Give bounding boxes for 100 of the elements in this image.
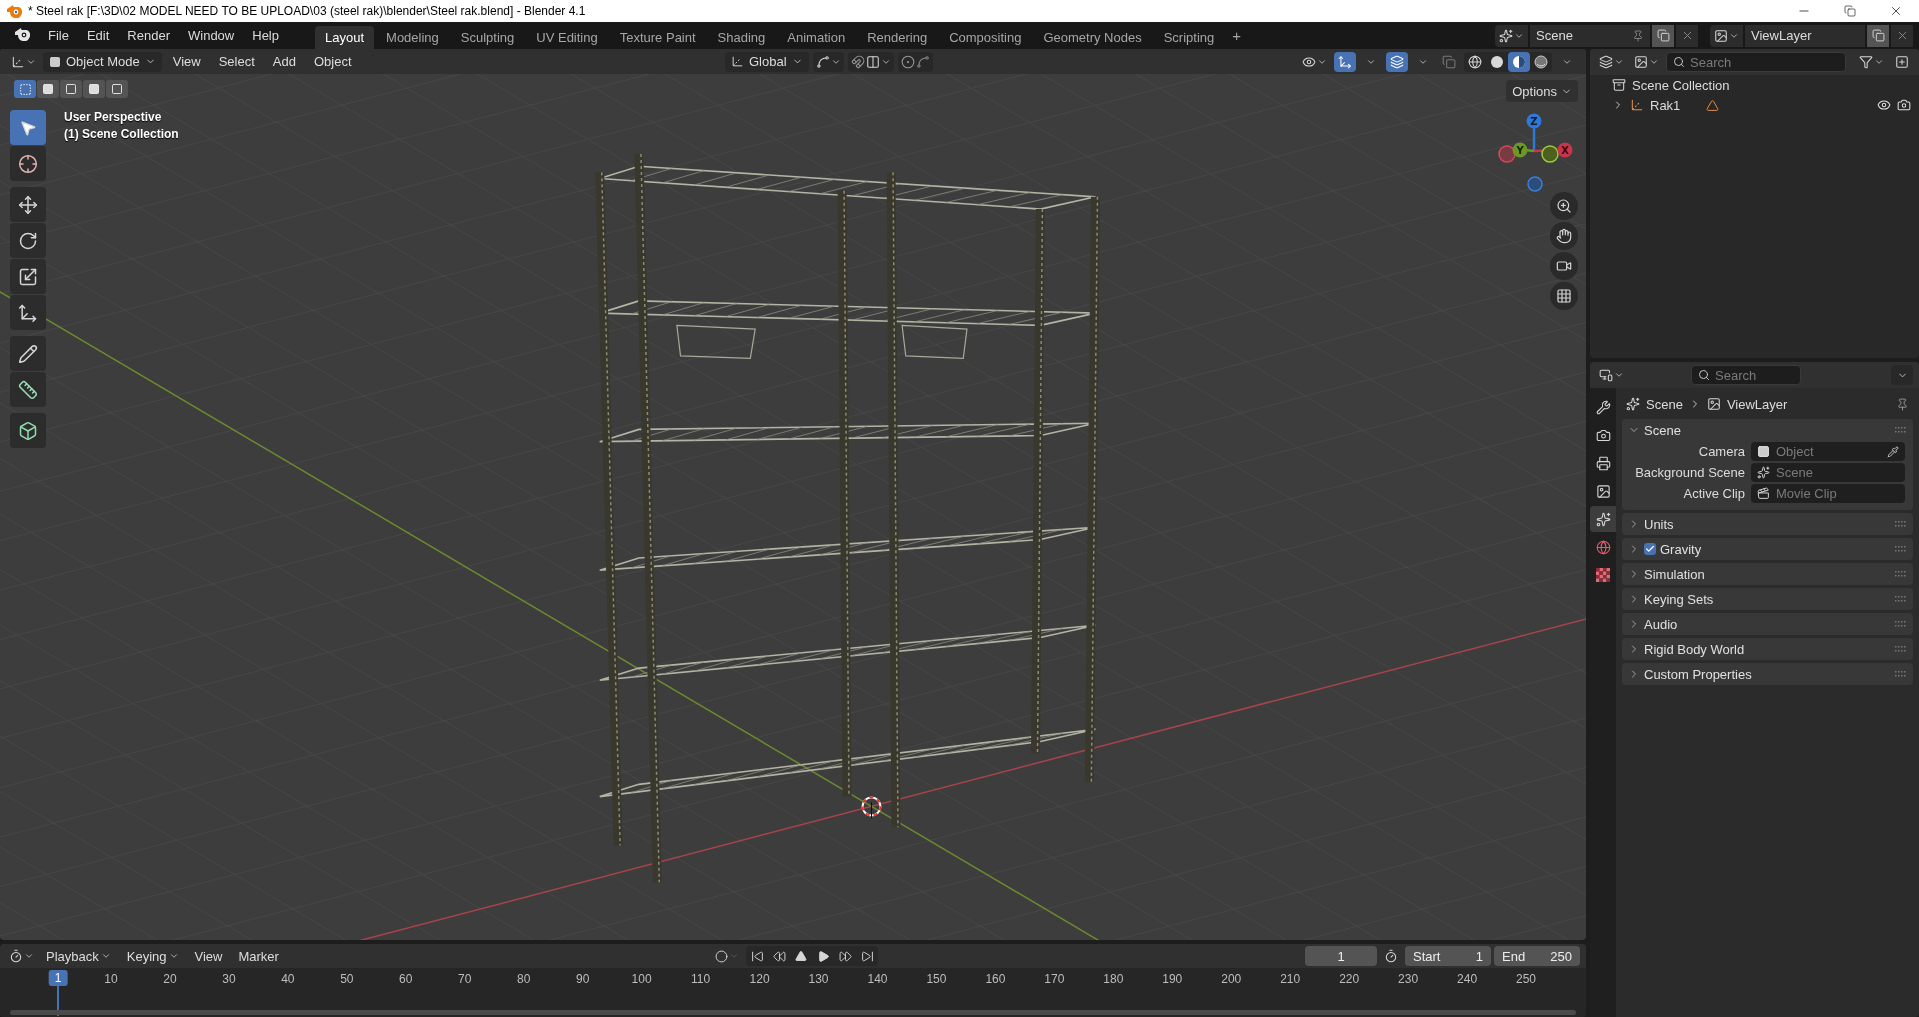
tool-button[interactable]: [10, 187, 46, 222]
orientation-dropdown[interactable]: Global: [724, 51, 809, 72]
workspace-tab[interactable]: Texture Paint: [609, 26, 706, 49]
proportional-edit-button[interactable]: [897, 51, 933, 72]
triangle-icon: [1706, 98, 1720, 112]
workspace-tab[interactable]: Compositing: [939, 26, 1032, 49]
data-field[interactable]: Scene: [1751, 463, 1905, 482]
timeline-menu-item[interactable]: View: [187, 946, 230, 966]
header-menu-item[interactable]: View: [165, 51, 208, 72]
end-frame-field[interactable]: End 250: [1494, 946, 1580, 966]
tool-button[interactable]: [10, 146, 46, 181]
negative-axis-handle[interactable]: [1498, 145, 1516, 163]
frame-number: 90: [576, 972, 590, 986]
tool-button[interactable]: [10, 413, 46, 448]
eye-icon: [1877, 98, 1891, 112]
menu-item[interactable]: File: [40, 24, 77, 47]
start-frame-field[interactable]: Start 1: [1405, 946, 1491, 966]
scale-icon: [18, 266, 38, 287]
selection-mode-button[interactable]: [106, 80, 128, 98]
workspace-tab[interactable]: Layout: [315, 26, 375, 49]
header-menu-item[interactable]: Add: [265, 51, 303, 72]
delete-scene-button[interactable]: [1676, 24, 1698, 47]
negative-axis-handle[interactable]: [1527, 176, 1543, 192]
camera-view-button[interactable]: [1550, 252, 1578, 280]
workspace-tab[interactable]: Animation: [777, 26, 856, 49]
snap-button[interactable]: [847, 51, 894, 72]
view-layer-field[interactable]: ViewLayer: [1745, 24, 1865, 47]
panel-header[interactable]: Scene: [1622, 419, 1913, 441]
tool-button[interactable]: [10, 110, 46, 145]
panel-header[interactable]: Keying Sets: [1622, 588, 1913, 610]
header-menu-item[interactable]: Object: [306, 51, 359, 72]
tool-button[interactable]: [10, 223, 46, 258]
workspace-tab[interactable]: Geometry Nodes: [1033, 26, 1152, 49]
duplicate-view-layer-button[interactable]: [1867, 24, 1889, 47]
panel-header[interactable]: Simulation: [1622, 563, 1913, 585]
data-field[interactable]: Object: [1751, 442, 1905, 461]
menu-item[interactable]: Window: [180, 24, 243, 47]
menu-item[interactable]: Edit: [78, 24, 118, 47]
workspace-tab[interactable]: Modeling: [376, 26, 449, 49]
options-dropdown[interactable]: Options: [1506, 80, 1578, 102]
mode-dropdown[interactable]: Object Mode: [43, 51, 162, 72]
header-menu-item[interactable]: Select: [211, 51, 262, 72]
gizmo-toggle-button[interactable]: [1334, 51, 1356, 72]
timeline-menu-item[interactable]: Keying: [119, 946, 186, 966]
workspace-tab[interactable]: Sculpting: [450, 26, 525, 49]
tool-button[interactable]: [10, 336, 46, 371]
outliner-row[interactable]: Rak1: [1590, 95, 1919, 115]
zoom-button[interactable]: [1550, 192, 1578, 220]
panel-header[interactable]: Units: [1622, 513, 1913, 535]
scene-field[interactable]: Scene: [1530, 24, 1650, 47]
search-field[interactable]: Search: [1691, 365, 1801, 385]
tool-icon: [1595, 399, 1611, 415]
panel-header[interactable]: Gravity: [1622, 538, 1913, 560]
workspace-tab[interactable]: Rendering: [857, 26, 938, 49]
select-box-icon: [19, 118, 37, 137]
delete-view-layer-button[interactable]: [1891, 24, 1913, 47]
shading-mode-button[interactable]: [1508, 51, 1530, 72]
current-frame-field[interactable]: 1: [1305, 946, 1377, 966]
workspace-tab[interactable]: Shading: [707, 26, 776, 49]
perspective-toggle-button[interactable]: [1550, 282, 1578, 310]
search-field[interactable]: Search: [1666, 52, 1846, 72]
axis-handle[interactable]: Z: [1526, 113, 1542, 129]
pan-button[interactable]: [1550, 222, 1578, 250]
data-field[interactable]: Movie Clip: [1751, 484, 1905, 503]
pivot-button[interactable]: [812, 51, 844, 72]
overlay-toggle-button[interactable]: [1386, 51, 1408, 72]
selection-mode-button[interactable]: [37, 80, 59, 98]
axis-handle[interactable]: Y: [1512, 142, 1528, 158]
tool-button[interactable]: [10, 295, 46, 330]
workspace-tab[interactable]: UV Editing: [526, 26, 608, 49]
view-layer-type-button[interactable]: [1710, 24, 1743, 47]
negative-axis-handle[interactable]: [1541, 145, 1559, 163]
duplicate-scene-button[interactable]: [1652, 24, 1674, 47]
properties-tab[interactable]: [1590, 506, 1616, 532]
playhead[interactable]: 1: [48, 970, 68, 986]
add-workspace-button[interactable]: +: [1226, 27, 1247, 44]
collection-icon: [1612, 78, 1626, 92]
workspace-tab[interactable]: Scripting: [1153, 26, 1225, 49]
tool-button[interactable]: [10, 372, 46, 407]
checkbox[interactable]: [1644, 543, 1656, 555]
panel-header[interactable]: Rigid Body World: [1622, 638, 1913, 660]
scene-type-button[interactable]: [1495, 24, 1528, 47]
window-title: * Steel rak [F:\3D\02 MODEL NEED TO BE UPLOAD\03 (steel rak)\blender\Steel rak.blend] - Blender 4.1: [28, 4, 586, 18]
selection-mode-button[interactable]: [83, 80, 105, 98]
frame-number: 220: [1339, 972, 1360, 986]
outliner-row[interactable]: Scene Collection: [1590, 75, 1919, 95]
tool-button[interactable]: [10, 259, 46, 294]
fast-forward-icon: [838, 949, 852, 963]
panel-header[interactable]: Audio: [1622, 613, 1913, 635]
selection-mode-button[interactable]: [60, 80, 82, 98]
timeline-menu-item[interactable]: Marker: [231, 946, 286, 966]
scene-icon: [1626, 397, 1640, 411]
panel-header[interactable]: Custom Properties: [1622, 663, 1913, 685]
timeline-menu-item[interactable]: Playback: [39, 946, 118, 966]
copy-icon: [1656, 29, 1670, 42]
menu-item[interactable]: Render: [119, 24, 178, 47]
gizmo-icon: [1338, 54, 1352, 69]
scrollbar[interactable]: [10, 1010, 1576, 1015]
selection-mode-button[interactable]: [14, 80, 36, 98]
menu-item[interactable]: Help: [244, 24, 287, 47]
